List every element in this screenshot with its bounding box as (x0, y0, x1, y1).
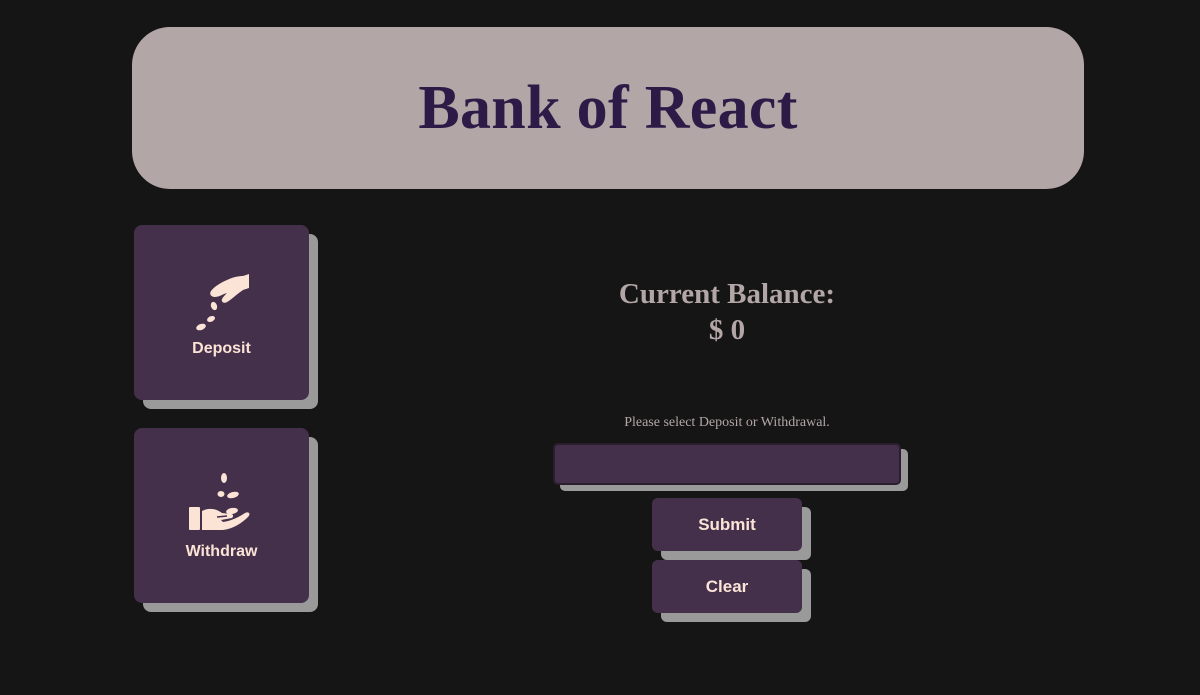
withdraw-button[interactable]: Withdraw (134, 428, 309, 603)
header-banner: Bank of React (132, 27, 1084, 189)
deposit-label: Deposit (192, 339, 251, 357)
clear-button[interactable]: Clear (652, 560, 802, 613)
amount-input[interactable] (553, 443, 901, 485)
balance-display: Current Balance: $ 0 (527, 276, 927, 348)
submit-button[interactable]: Submit (652, 498, 802, 551)
instruction-text: Please select Deposit or Withdrawal. (624, 415, 830, 430)
deposit-button[interactable]: Deposit (134, 225, 309, 400)
hand-dropping-coins-icon (195, 273, 249, 330)
page-title: Bank of React (418, 73, 798, 142)
balance-value: $ 0 (708, 314, 746, 346)
balance-heading: Current Balance: (618, 278, 836, 310)
hand-receiving-coins-icon (188, 472, 249, 530)
app-root: Bank of React Deposit Withdraw Current B… (0, 0, 1200, 695)
withdraw-label: Withdraw (185, 542, 258, 560)
